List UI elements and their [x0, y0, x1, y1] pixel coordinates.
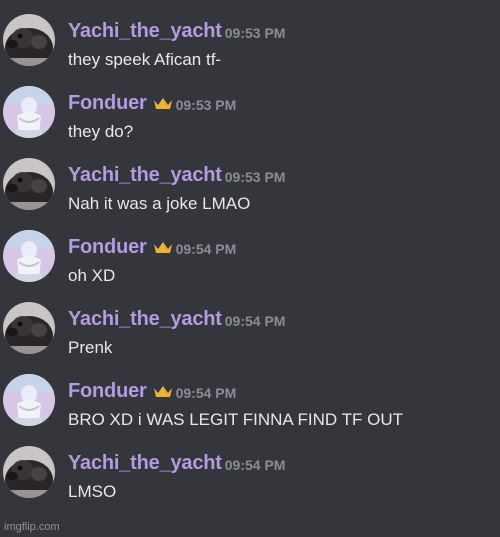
username[interactable]: Yachi_the_yacht — [68, 20, 222, 43]
dog-avatar-icon — [3, 446, 55, 498]
message-text: Nah it was a joke LMAO — [68, 194, 251, 213]
message-text: they do? — [68, 122, 134, 141]
message-header: Yachi_the_yacht 09:53 PM — [68, 162, 285, 188]
timestamp: 09:53 PM — [175, 96, 237, 113]
chat-message: Yachi_the_yacht 09:54 PM LMSO — [0, 446, 500, 518]
message-header: Fonduer 09:53 PM — [68, 90, 236, 116]
avatar-yachi[interactable] — [3, 14, 55, 66]
message-header: Yachi_the_yacht 09:54 PM — [68, 306, 285, 332]
chat-message: Yachi_the_yacht 09:53 PM Nah it was a jo… — [0, 158, 500, 230]
timestamp: 09:54 PM — [175, 240, 237, 257]
username[interactable]: Yachi_the_yacht — [68, 452, 222, 475]
imgflip-watermark: imgflip.com — [4, 521, 60, 533]
message-header: Yachi_the_yacht 09:53 PM — [68, 18, 285, 44]
chat-message: Fonduer 09:53 PM they do? — [0, 86, 500, 158]
timestamp: 09:54 PM — [224, 456, 286, 473]
avatar-fonduer[interactable] — [3, 374, 55, 426]
message-header: Yachi_the_yacht 09:54 PM — [68, 450, 285, 476]
avatar-yachi[interactable] — [3, 302, 55, 354]
message-text: LMSO — [68, 482, 117, 501]
chat-message: Fonduer 09:54 PM BRO XD i WAS LEGIT FINN… — [0, 374, 500, 446]
avatar-yachi[interactable] — [3, 446, 55, 498]
username[interactable]: Fonduer — [68, 236, 147, 259]
message-text: BRO XD i WAS LEGIT FINNA FIND TF OUT — [68, 410, 403, 429]
statue-avatar-icon — [3, 374, 55, 426]
crown-icon — [153, 241, 173, 255]
username[interactable]: Fonduer — [68, 380, 147, 403]
message-text: oh XD — [68, 266, 116, 285]
message-text: they speek Afican tf- — [68, 50, 222, 69]
username[interactable]: Yachi_the_yacht — [68, 308, 222, 331]
avatar-yachi[interactable] — [3, 158, 55, 210]
message-header: Fonduer 09:54 PM — [68, 234, 236, 260]
chat-message: Yachi_the_yacht 09:54 PM Prenk — [0, 302, 500, 374]
username[interactable]: Fonduer — [68, 92, 147, 115]
message-text: Prenk — [68, 338, 113, 357]
dog-avatar-icon — [3, 302, 55, 354]
dog-avatar-icon — [3, 14, 55, 66]
timestamp: 09:53 PM — [224, 168, 286, 185]
timestamp: 09:54 PM — [224, 312, 286, 329]
timestamp: 09:54 PM — [175, 384, 237, 401]
dog-avatar-icon — [3, 158, 55, 210]
message-header: Fonduer 09:54 PM — [68, 378, 236, 404]
crown-icon — [153, 97, 173, 111]
chat-log: Yachi_the_yacht 09:53 PM they speek Afic… — [0, 0, 500, 537]
chat-message: Fonduer 09:54 PM oh XD — [0, 230, 500, 302]
username[interactable]: Yachi_the_yacht — [68, 164, 222, 187]
avatar-fonduer[interactable] — [3, 230, 55, 282]
chat-message: Yachi_the_yacht 09:53 PM they speek Afic… — [0, 14, 500, 86]
crown-icon — [153, 385, 173, 399]
timestamp: 09:53 PM — [224, 24, 286, 41]
avatar-fonduer[interactable] — [3, 86, 55, 138]
statue-avatar-icon — [3, 86, 55, 138]
statue-avatar-icon — [3, 230, 55, 282]
